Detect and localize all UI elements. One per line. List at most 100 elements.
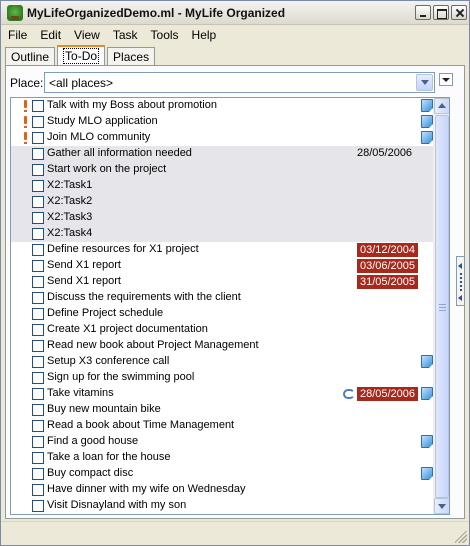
task-checkbox[interactable]: [32, 132, 44, 144]
task-row[interactable]: X2:Task3: [11, 210, 433, 226]
task-row[interactable]: Join MLO community: [11, 130, 433, 146]
note-icon[interactable]: [421, 435, 433, 448]
task-row[interactable]: Create X1 project documentation: [11, 322, 433, 338]
status-bar: [1, 521, 469, 545]
task-checkbox[interactable]: [32, 452, 44, 464]
task-row[interactable]: Buy compact disc: [11, 466, 433, 482]
due-date: 28/05/2006: [357, 147, 413, 159]
task-checkbox[interactable]: [32, 420, 44, 432]
title-bar[interactable]: MyLifeOrganizedDemo.ml - MyLife Organize…: [1, 1, 469, 25]
task-row[interactable]: Send X1 report 31/05/2005: [11, 274, 433, 290]
scroll-down-button[interactable]: [434, 498, 449, 514]
task-checkbox[interactable]: [32, 340, 44, 352]
task-name: Gather all information needed: [47, 147, 192, 159]
task-checkbox[interactable]: [32, 100, 44, 112]
task-checkbox[interactable]: [32, 260, 44, 272]
task-row[interactable]: X2:Task4: [11, 226, 433, 242]
task-name: Find a good house: [47, 435, 139, 447]
place-dropdown[interactable]: <all places>: [44, 72, 435, 93]
close-button[interactable]: [451, 5, 467, 20]
task-checkbox[interactable]: [32, 244, 44, 256]
menu-file[interactable]: File: [1, 28, 33, 42]
task-row[interactable]: Read new book about Project Management: [11, 338, 433, 354]
note-icon[interactable]: [421, 131, 433, 144]
task-checkbox[interactable]: [32, 116, 44, 128]
scroll-thumb[interactable]: [435, 115, 449, 498]
task-row[interactable]: X2:Task1: [11, 178, 433, 194]
task-checkbox[interactable]: [32, 468, 44, 480]
task-row[interactable]: Study MLO application: [11, 114, 433, 130]
priority-flag-icon: [24, 99, 27, 112]
maximize-button[interactable]: [433, 5, 449, 20]
overdue-date-badge: 28/05/2006: [357, 387, 418, 401]
note-icon[interactable]: [421, 99, 433, 112]
menu-task[interactable]: Task: [106, 28, 144, 42]
task-name: Have dinner with my wife on Wednesday: [47, 483, 246, 495]
tab-places[interactable]: Places: [107, 47, 156, 66]
task-checkbox[interactable]: [32, 324, 44, 336]
menu-edit[interactable]: Edit: [33, 28, 67, 42]
task-checkbox[interactable]: [32, 404, 44, 416]
overdue-date-badge: 03/06/2005: [357, 259, 418, 273]
task-checkbox[interactable]: [32, 356, 44, 368]
note-icon[interactable]: [421, 115, 433, 128]
scroll-up-button[interactable]: [434, 98, 449, 114]
menu-view[interactable]: View: [67, 28, 106, 42]
task-row[interactable]: Define resources for X1 project 03/12/200…: [11, 242, 433, 258]
chevron-down-icon[interactable]: [416, 74, 433, 91]
task-checkbox[interactable]: [32, 212, 44, 224]
task-checkbox[interactable]: [32, 388, 44, 400]
tab-to-do[interactable]: To-Do: [57, 45, 106, 66]
vertical-scrollbar[interactable]: [433, 98, 449, 514]
side-panel-toggle[interactable]: [456, 256, 465, 306]
note-icon[interactable]: [421, 355, 433, 368]
task-name: Start work on the project: [47, 163, 167, 175]
overdue-date-badge: 03/12/2004: [357, 243, 418, 257]
task-name: Visit Disnayland with my son: [47, 499, 187, 511]
todo-list: Talk with my Boss about promotion Study M…: [10, 97, 450, 515]
task-name: Define Project schedule: [47, 307, 164, 319]
task-row[interactable]: Start work on the project: [11, 162, 433, 178]
task-name: Talk with my Boss about promotion: [47, 99, 217, 111]
task-name: X2:Task3: [47, 211, 93, 223]
resize-grip-icon[interactable]: [455, 531, 467, 543]
view-tabs: Outline To-Do Places: [5, 45, 157, 66]
menu-help[interactable]: Help: [185, 28, 223, 42]
task-row[interactable]: X2:Task2: [11, 194, 433, 210]
task-checkbox[interactable]: [32, 436, 44, 448]
menu-tools[interactable]: Tools: [144, 28, 185, 42]
task-checkbox[interactable]: [32, 276, 44, 288]
task-row[interactable]: Setup X3 conference call: [11, 354, 433, 370]
task-row[interactable]: Define Project schedule: [11, 306, 433, 322]
task-checkbox[interactable]: [32, 308, 44, 320]
task-checkbox[interactable]: [32, 164, 44, 176]
task-row[interactable]: Discuss the requirements with the client: [11, 290, 433, 306]
note-icon[interactable]: [421, 387, 433, 400]
task-checkbox[interactable]: [32, 180, 44, 192]
task-row[interactable]: Take vitamins 28/05/2006: [11, 386, 433, 402]
task-row[interactable]: Read a book about Time Management: [11, 418, 433, 434]
task-checkbox[interactable]: [32, 484, 44, 496]
task-name: Join MLO community: [47, 131, 151, 143]
task-row[interactable]: Take a loan for the house: [11, 450, 433, 466]
task-checkbox[interactable]: [32, 372, 44, 384]
task-checkbox[interactable]: [32, 196, 44, 208]
task-row[interactable]: Buy new mountain bike: [11, 402, 433, 418]
task-name: X2:Task1: [47, 179, 93, 191]
task-checkbox[interactable]: [32, 292, 44, 304]
task-checkbox[interactable]: [32, 148, 44, 160]
task-row[interactable]: Sign up for the swimming pool: [11, 370, 433, 386]
task-row[interactable]: Talk with my Boss about promotion: [11, 98, 433, 114]
task-name: Send X1 report: [47, 275, 121, 287]
note-icon[interactable]: [421, 467, 433, 480]
task-row[interactable]: Gather all information needed 28/05/2006: [11, 146, 433, 162]
task-checkbox[interactable]: [32, 228, 44, 240]
task-row[interactable]: Find a good house: [11, 434, 433, 450]
task-checkbox[interactable]: [32, 500, 44, 512]
task-row[interactable]: Visit Disnayland with my son: [11, 498, 433, 514]
task-row[interactable]: Send X1 report 03/06/2005: [11, 258, 433, 274]
filter-options-button[interactable]: [439, 73, 453, 86]
minimize-button[interactable]: [415, 5, 431, 20]
tab-outline[interactable]: Outline: [5, 47, 56, 66]
task-row[interactable]: Have dinner with my wife on Wednesday: [11, 482, 433, 498]
